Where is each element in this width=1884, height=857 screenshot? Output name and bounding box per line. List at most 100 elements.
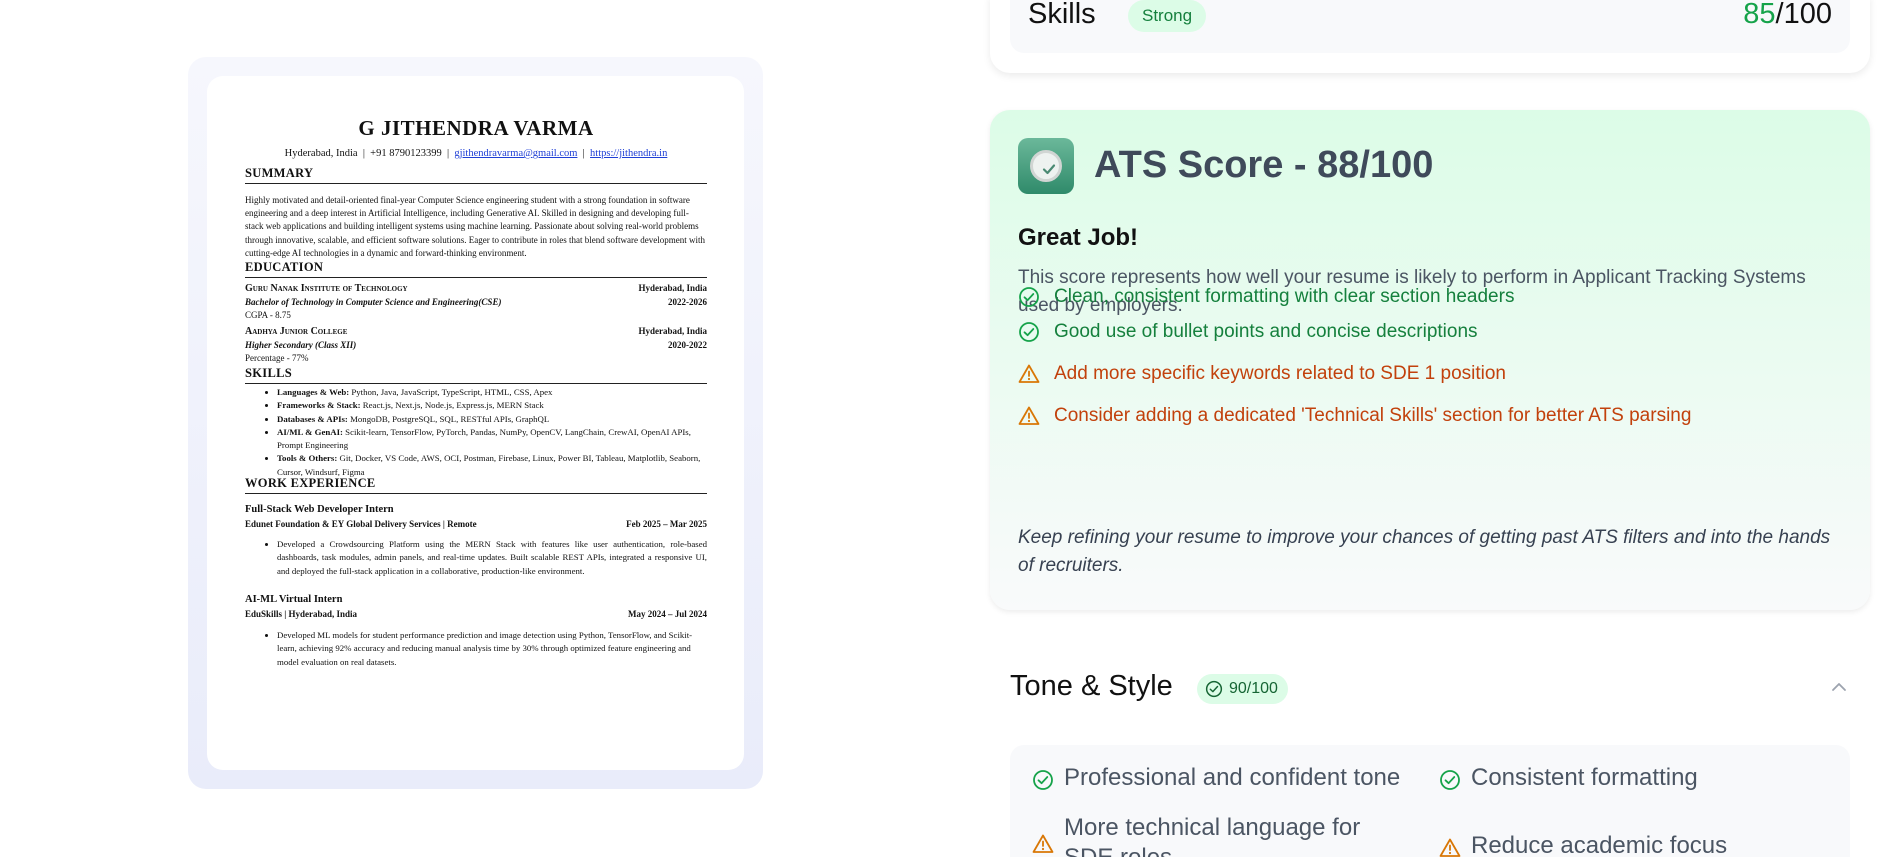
job-org: EduSkills | Hyderabad, India (245, 609, 358, 619)
skills-list: Languages & Web: Python, Java, JavaScrip… (277, 386, 707, 479)
job-title: Full-Stack Web Developer Intern (245, 504, 394, 515)
warning-triangle-icon (1032, 834, 1054, 853)
skill-values: Git, Docker, VS Code, AWS, OCI, Postman,… (277, 453, 701, 477)
education-school: Guru Nanak Institute of Technology (245, 283, 408, 294)
education-place: Hyderabad, India (638, 326, 707, 336)
feedback-text: Reduce academic focus (1471, 832, 1728, 857)
skills-title: Skills (1028, 0, 1096, 30)
ats-feedback-item: Good use of bullet points and concise de… (1018, 321, 1478, 343)
feedback-text: Consider adding a dedicated 'Technical S… (1054, 405, 1692, 426)
feedback-text: More technical language for SDE roles (1064, 814, 1361, 857)
resume-email-link[interactable]: gjithendravarma@gmail.com (454, 148, 577, 159)
job-bullets: Developed ML models for student performa… (277, 629, 707, 669)
job-dates: May 2024 – Jul 2024 (627, 609, 707, 619)
ats-subtitle: Great Job! (1018, 224, 1139, 251)
tone-feedback-item: More technical language for SDE roles (1032, 813, 1412, 857)
job-bullets: Developed a Crowdsourcing Platform using… (277, 538, 707, 578)
education-years: 2022-2026 (668, 297, 707, 307)
separator: | (446, 148, 450, 159)
resume-phone: +91 8790123399 (370, 148, 442, 159)
education-row: Guru Nanak Institute of Technology Hyder… (245, 283, 707, 294)
ats-note: Keep refining your resume to improve you… (1018, 527, 1831, 576)
list-item: Databases & APIs: MongoDB, PostgreSQL, S… (277, 413, 707, 426)
tone-style-accordion-header[interactable]: Tone & Style 90/100 (1010, 670, 1850, 710)
job-dates: Feb 2025 – Mar 2025 (626, 519, 707, 529)
job-org: Edunet Foundation & EY Global Delivery S… (245, 519, 477, 529)
list-item: Languages & Web: Python, Java, JavaScrip… (277, 386, 707, 399)
job-row: Edunet Foundation & EY Global Delivery S… (245, 519, 707, 529)
job-title: AI-ML Virtual Intern (245, 594, 343, 605)
check-circle-icon (1019, 287, 1039, 307)
education-score: CGPA - 8.75 (245, 310, 291, 320)
tone-feedback-item: Reduce academic focus (1439, 831, 1727, 857)
warning-triangle-icon (1018, 364, 1040, 383)
skills-card: Skills Strong 85/100 (990, 0, 1870, 73)
resume-location: Hyderabad, India (284, 148, 358, 159)
ats-feedback-item: Consider adding a dedicated 'Technical S… (1018, 405, 1691, 427)
tone-feedback-item: Professional and confident tone (1032, 763, 1400, 793)
warning-triangle-icon (1018, 406, 1040, 425)
resume-section-education: EDUCATION (245, 260, 707, 278)
score-badge: 90/100 (1197, 674, 1288, 704)
education-row: Aadhya Junior College Hyderabad, India (245, 326, 707, 337)
skill-category: AI/ML & GenAI: (277, 426, 343, 437)
education-place: Hyderabad, India (638, 283, 707, 293)
resume-preview[interactable]: G JITHENDRA VARMA Hyderabad, India | +91… (207, 76, 744, 770)
job-row: EduSkills | Hyderabad, India May 2024 – … (245, 609, 707, 619)
education-row: Bachelor of Technology in Computer Scien… (245, 297, 707, 307)
resume-contact: Hyderabad, India | +91 8790123399 | gjit… (245, 148, 707, 159)
tone-feedback-item: Consistent formatting (1439, 763, 1698, 793)
check-circle-icon (1440, 770, 1460, 790)
education-row: Higher Secondary (Class XII) 2020-2022 (245, 340, 707, 350)
education-degree: Higher Secondary (Class XII) (245, 340, 357, 350)
resume-website-link[interactable]: https://jithendra.in (590, 148, 667, 159)
education-years: 2020-2022 (668, 340, 707, 350)
check-circle-icon (1019, 322, 1039, 342)
feedback-text: Professional and confident tone (1064, 764, 1401, 791)
check-circle-icon (1205, 680, 1223, 698)
list-item: Developed a Crowdsourcing Platform using… (277, 538, 707, 578)
list-item: AI/ML & GenAI: Scikit-learn, TensorFlow,… (277, 426, 707, 453)
ats-feedback-item: Clean, consistent formatting with clear … (1018, 286, 1514, 308)
ats-title: ATS Score - 88/100 (1094, 144, 1434, 186)
skill-category: Frameworks & Stack: (277, 400, 361, 411)
separator: | (362, 148, 365, 159)
tone-title: Tone & Style (1010, 670, 1173, 702)
feedback-text: Clean, consistent formatting with clear … (1054, 286, 1515, 307)
education-row: Percentage - 77% (245, 353, 707, 363)
skills-score: 85/100 (1743, 0, 1832, 31)
education-school: Aadhya Junior College (245, 326, 348, 337)
skill-category: Tools & Others: (277, 453, 338, 464)
education-score: Percentage - 77% (245, 353, 309, 363)
list-item: Frameworks & Stack: React.js, Next.js, N… (277, 399, 707, 412)
skill-category: Languages & Web: (277, 387, 350, 397)
skill-values: React.js, Next.js, Node.js, Express.js, … (360, 400, 544, 411)
list-item: Developed ML models for student performa… (277, 629, 707, 669)
chevron-up-icon[interactable] (1828, 676, 1850, 698)
feedback-text: Add more specific keywords related to SD… (1054, 363, 1506, 384)
skill-values: Python, Java, JavaScript, TypeScript, HT… (349, 387, 553, 397)
skill-category: Databases & APIs: (277, 413, 348, 424)
feedback-text: Good use of bullet points and concise de… (1054, 321, 1478, 342)
resume-section-skills: SKILLS (245, 366, 707, 384)
feedback-text: Consistent formatting (1471, 764, 1698, 791)
ats-feedback-item: Add more specific keywords related to SD… (1018, 363, 1506, 385)
resume-section-work: WORK EXPERIENCE (245, 476, 707, 494)
resume-preview-frame: G JITHENDRA VARMA Hyderabad, India | +91… (188, 57, 763, 789)
education-row: CGPA - 8.75 (245, 310, 707, 320)
skill-values: MongoDB, PostgreSQL, SQL, RESTful APIs, … (347, 413, 550, 424)
warning-triangle-icon (1439, 838, 1461, 857)
resume-summary: Highly motivated and detail-oriented fin… (245, 195, 705, 258)
ats-score-card: ATS Score - 88/100 Great Job! This score… (990, 110, 1870, 610)
resume-name: G JITHENDRA VARMA (358, 116, 594, 140)
check-circle-icon (1033, 770, 1053, 790)
resume-section-summary: SUMMARY (245, 166, 707, 184)
skills-score-value: 85 (1743, 0, 1776, 30)
skills-score-max: /100 (1775, 0, 1832, 30)
education-degree: Bachelor of Technology in Computer Scien… (245, 297, 502, 307)
separator: | (582, 148, 585, 159)
status-badge: Strong (1128, 0, 1207, 32)
ats-badge-icon (1018, 138, 1074, 194)
skills-summary-row[interactable]: Skills Strong 85/100 (1010, 0, 1850, 53)
score-badge-text: 90/100 (1229, 680, 1278, 697)
